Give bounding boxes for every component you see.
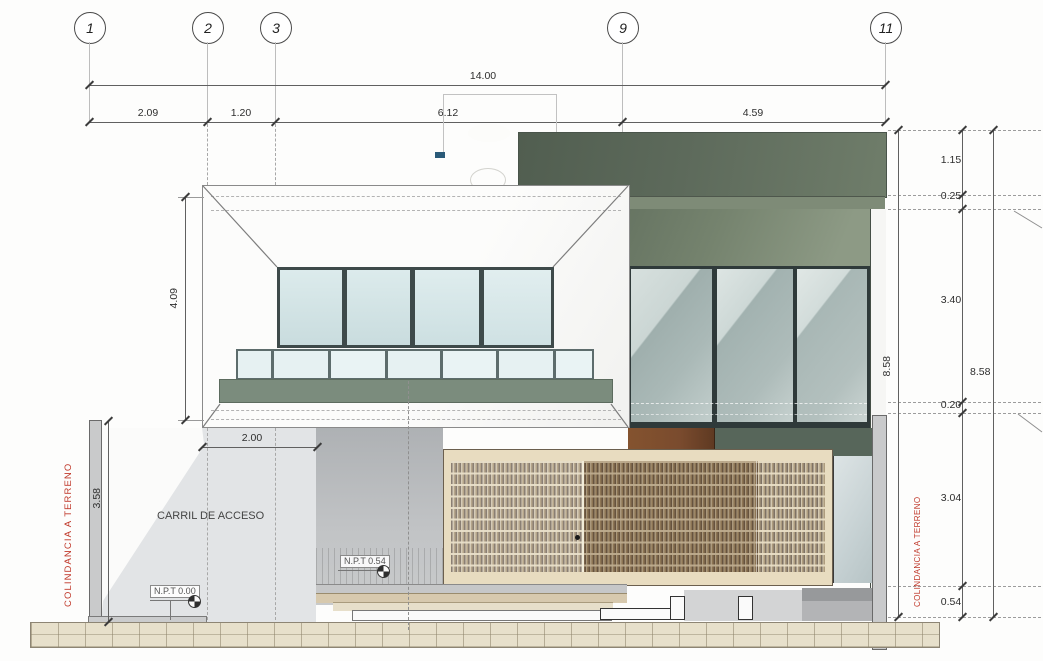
dim-label: 2.00 <box>242 432 262 444</box>
glass-panel <box>415 270 479 345</box>
dim-line-driveway <box>202 447 317 448</box>
dim-label: 8.58 <box>970 366 990 378</box>
glass-panel <box>274 351 328 378</box>
louver-section-right <box>758 461 825 572</box>
grid-dash-line <box>207 124 208 185</box>
floor-dash-line <box>211 419 621 420</box>
rail-post <box>738 596 753 620</box>
grid-label: 1 <box>86 20 94 36</box>
glass-panel <box>347 270 410 345</box>
grid-label: 3 <box>272 20 280 36</box>
step-bottom <box>352 610 612 621</box>
dim-tick <box>881 117 890 126</box>
driveway-label: CARRIL DE ACCESO <box>157 510 264 522</box>
glass-panel <box>717 269 793 422</box>
level-dash-line <box>631 403 867 404</box>
boundary-wall-left <box>89 420 102 624</box>
boundary-wall-right <box>872 415 887 650</box>
grid-label: 2 <box>204 20 212 36</box>
grid-dash-line <box>207 428 208 620</box>
grid-line <box>275 42 276 123</box>
elevation-drawing-sheet: 1 2 3 9 11 14.00 2.09 1.20 6.12 4.59 <box>0 0 1043 661</box>
dim-label: 1.20 <box>231 107 251 119</box>
glass-sidelight <box>833 456 872 583</box>
dim-line-total <box>89 85 885 86</box>
recessed-wall <box>316 428 443 605</box>
glass-panel <box>238 351 271 378</box>
ground-paving <box>30 622 940 648</box>
level-leader-tick <box>170 600 171 620</box>
louver-slats <box>451 461 825 572</box>
guard-rail-bar <box>600 608 674 620</box>
level-marker-ground <box>188 595 201 608</box>
glass-panel <box>280 270 342 345</box>
grid-label: 11 <box>879 20 894 36</box>
glass-panel <box>797 269 867 422</box>
level-ext-line <box>888 402 1041 403</box>
dim-line-upper-height <box>185 197 186 420</box>
grid-dash-line <box>275 428 276 620</box>
center-dash-line <box>408 381 409 630</box>
dim-label: 4.09 <box>168 288 180 308</box>
grid-bubble-11: 11 <box>870 12 902 44</box>
dim-label: 0.54 <box>941 596 961 608</box>
ceiling-dash-line <box>211 196 621 197</box>
boundary-label-right: COLINDANCIA A TERRENO <box>913 472 922 607</box>
dim-line-total-height-a <box>898 130 899 617</box>
level-ext-line <box>888 130 1041 131</box>
selection-marker[interactable] <box>435 152 445 158</box>
level-ext-line <box>888 586 1041 587</box>
louver-section-middle <box>584 461 758 572</box>
dim-chain-right <box>962 130 963 617</box>
glass-panel <box>388 351 440 378</box>
dim-label: 4.59 <box>743 107 763 119</box>
cloud-shape <box>468 124 510 142</box>
louver-section-left <box>451 461 584 572</box>
dim-label: 3.40 <box>941 294 961 306</box>
dim-label: 8.58 <box>881 356 893 376</box>
grid-dash-line <box>275 124 276 185</box>
dim-line-total-height-b <box>993 130 994 617</box>
glass-panel <box>484 270 551 345</box>
level-ext-line <box>888 617 1041 618</box>
floor-dash-line <box>211 410 621 411</box>
base-wall-dark <box>802 588 872 621</box>
dim-label: 2.09 <box>138 107 158 119</box>
grid-bubble-2: 2 <box>192 12 224 44</box>
level-ext-line <box>888 413 1041 414</box>
sliding-door-edge[interactable] <box>582 461 584 572</box>
balcony-planter-band <box>219 379 613 403</box>
upper-volume <box>202 185 630 428</box>
grid-bubble-3: 3 <box>260 12 292 44</box>
level-ext-line <box>888 195 1041 196</box>
level-dash-line <box>631 414 867 415</box>
dim-label: 3.58 <box>91 488 103 508</box>
rail-post <box>670 596 685 620</box>
wall-highlight <box>101 428 316 622</box>
garage-wall: CARRIL DE ACCESO <box>101 428 316 622</box>
dim-line-wall-height <box>108 421 109 622</box>
dim-label-total: 14.00 <box>470 70 496 82</box>
curtain-wall <box>628 266 870 428</box>
boundary-label-left: COLINDANCIA A TERRENO <box>63 422 74 607</box>
dim-label: 3.04 <box>941 492 961 504</box>
dim-label: 1.15 <box>941 154 961 166</box>
grid-line <box>207 42 208 123</box>
grid-label: 9 <box>619 20 627 36</box>
level-ext-line <box>888 209 1041 210</box>
wood-louver-screen <box>443 449 833 586</box>
glass-panel <box>331 351 385 378</box>
window-band-upper <box>277 267 554 348</box>
level-marker-first <box>377 565 390 578</box>
grid-bubble-1: 1 <box>74 12 106 44</box>
glass-panel <box>443 351 496 378</box>
door-handle[interactable] <box>575 535 580 540</box>
glass-panel <box>556 351 592 378</box>
glass-panel <box>631 269 712 422</box>
grid-bubble-9: 9 <box>607 12 639 44</box>
window-band-lower <box>236 349 594 380</box>
ceiling-dash-line <box>211 210 621 211</box>
glass-panel <box>499 351 553 378</box>
panel-joint <box>756 461 757 572</box>
